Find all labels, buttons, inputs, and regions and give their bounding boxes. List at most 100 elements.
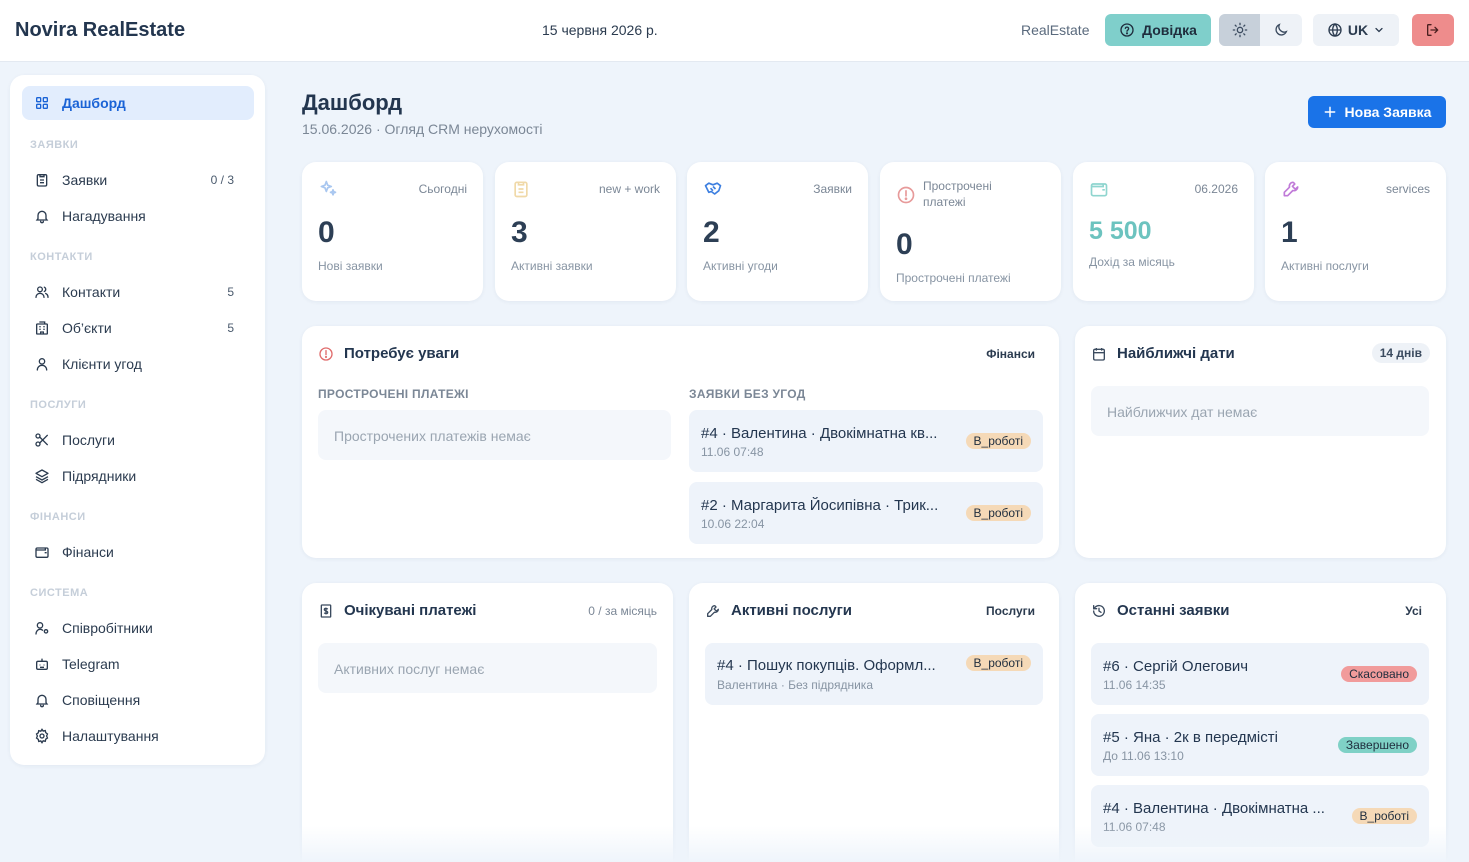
sidebar-item-contacts[interactable]: Контакти 5 bbox=[22, 275, 254, 309]
item-date: 11.06 14:35 bbox=[1103, 678, 1166, 692]
item-title: #6 · Сергій Олегович bbox=[1103, 658, 1249, 675]
no-deals-heading: ЗАЯВКИ БЕЗ УГОД bbox=[689, 387, 806, 401]
stat-caption: Активні послуги bbox=[1281, 259, 1369, 273]
bell-icon bbox=[34, 208, 50, 224]
logout-button[interactable] bbox=[1412, 14, 1454, 46]
item-date: 11.06 07:48 bbox=[701, 445, 764, 459]
sidebar-item-label: Нагадування bbox=[62, 208, 146, 224]
theme-toggle bbox=[1219, 14, 1302, 46]
item-title: #2 · Маргарита Йосипівна · Трик... bbox=[701, 497, 939, 514]
new-request-label: Нова Заявка bbox=[1344, 104, 1432, 120]
sun-icon bbox=[1232, 22, 1248, 38]
stat-card-active-services[interactable]: services 1 Активні послуги bbox=[1265, 162, 1446, 301]
sidebar-item-label: Об’єкти bbox=[62, 320, 112, 336]
handshake-icon bbox=[703, 179, 723, 199]
status-badge: В_роботі bbox=[1351, 808, 1417, 824]
stat-label: services bbox=[1385, 182, 1430, 196]
list-item[interactable]: #4 · Валентина · Двокімнатна кв... 11.06… bbox=[689, 410, 1043, 472]
sidebar-item-reminders[interactable]: Нагадування bbox=[22, 199, 254, 233]
item-title: #4 · Валентина · Двокімнатна ... bbox=[1103, 800, 1325, 817]
logout-icon bbox=[1425, 22, 1441, 38]
bot-icon bbox=[34, 656, 50, 672]
stat-card-active-deals[interactable]: Заявки 2 Активні угоди bbox=[687, 162, 868, 301]
section-requests: ЗАЯВКИ bbox=[30, 139, 79, 151]
users-icon bbox=[34, 284, 50, 300]
bell-icon bbox=[34, 692, 50, 708]
sidebar-item-notifications[interactable]: Сповіщення bbox=[22, 683, 254, 717]
sidebar-item-telegram[interactable]: Telegram bbox=[22, 647, 254, 681]
list-item[interactable]: #4 · Валентина · Двокімнатна ... 11.06 0… bbox=[1091, 785, 1429, 847]
section-services: ПОСЛУГИ bbox=[30, 399, 87, 411]
sidebar-item-label: Клієнти угод bbox=[62, 356, 142, 372]
help-circle-icon bbox=[1119, 22, 1135, 38]
globe-icon bbox=[1327, 22, 1343, 38]
list-item[interactable]: #6 · Сергій Олегович 11.06 14:35 Скасова… bbox=[1091, 643, 1429, 705]
clipboard-icon bbox=[511, 179, 531, 199]
stat-value: 5 500 bbox=[1089, 217, 1152, 245]
range-pill[interactable]: 14 днів bbox=[1371, 343, 1430, 363]
alert-circle-icon bbox=[318, 346, 334, 362]
stat-card-overdue-payments[interactable]: Прострочені платежі 0 Прострочені платеж… bbox=[880, 162, 1061, 301]
list-item[interactable]: #2 · Маргарита Йосипівна · Трик... 10.06… bbox=[689, 482, 1043, 544]
sidebar-item-label: Послуги bbox=[62, 432, 115, 448]
stat-caption: Дохід за місяць bbox=[1089, 255, 1175, 269]
services-link[interactable]: Послуги bbox=[986, 604, 1035, 618]
section-finance: ФІНАНСИ bbox=[30, 511, 86, 523]
user-cog-icon bbox=[34, 620, 50, 636]
stat-caption: Прострочені платежі bbox=[896, 271, 1011, 285]
requests-count: 0 / 3 bbox=[210, 173, 234, 187]
sparkles-icon bbox=[318, 179, 338, 199]
stat-caption: Активні заявки bbox=[511, 259, 593, 273]
sidebar-item-finance[interactable]: Фінанси bbox=[22, 535, 254, 569]
wrench-icon bbox=[1281, 179, 1301, 199]
header-date: 15 червня 2026 р. bbox=[542, 22, 658, 38]
help-label: Довідка bbox=[1142, 22, 1197, 38]
sidebar-item-label: Налаштування bbox=[62, 728, 159, 744]
item-date: 11.06 07:48 bbox=[1103, 820, 1166, 834]
sidebar-item-dashboard[interactable]: Дашборд bbox=[22, 86, 254, 120]
stat-caption: Нові заявки bbox=[318, 259, 383, 273]
sidebar-item-requests[interactable]: Заявки 0 / 3 bbox=[22, 163, 254, 197]
section-system: СИСТЕМА bbox=[30, 587, 89, 599]
stat-value: 2 bbox=[703, 216, 720, 249]
contacts-count: 5 bbox=[227, 285, 234, 299]
calendar-icon bbox=[1091, 346, 1107, 362]
page-title: Дашборд bbox=[302, 90, 403, 115]
new-request-button[interactable]: Нова Заявка bbox=[1308, 96, 1446, 128]
stat-card-new-requests[interactable]: Сьогодні 0 Нові заявки bbox=[302, 162, 483, 301]
dark-theme-button[interactable] bbox=[1260, 14, 1301, 46]
sidebar-item-label: Сповіщення bbox=[62, 692, 141, 708]
recent-requests-panel: Останні заявки Усі #6 · Сергій Олегович … bbox=[1075, 583, 1446, 862]
language-select[interactable]: UK bbox=[1313, 14, 1399, 46]
sidebar-item-services[interactable]: Послуги bbox=[22, 423, 254, 457]
help-button[interactable]: Довідка bbox=[1105, 14, 1211, 46]
sidebar-item-employees[interactable]: Співробітники bbox=[22, 611, 254, 645]
top-header: Novira RealEstate 15 червня 2026 р. Real… bbox=[0, 0, 1469, 62]
stat-card-monthly-income[interactable]: 06.2026 5 500 Дохід за місяць bbox=[1073, 162, 1254, 301]
history-icon bbox=[1091, 603, 1107, 619]
brand-logo[interactable]: Novira RealEstate bbox=[15, 19, 185, 42]
stat-card-active-requests[interactable]: new + work 3 Активні заявки bbox=[495, 162, 676, 301]
stat-label: Прострочені платежі bbox=[923, 179, 992, 209]
sidebar-item-settings[interactable]: Налаштування bbox=[22, 719, 254, 753]
list-item[interactable]: #5 · Яна · 2к в передмісті До 11.06 13:1… bbox=[1091, 714, 1429, 776]
layers-icon bbox=[34, 468, 50, 484]
expected-payments-panel: Очікувані платежі 0 / за місяць Активних… bbox=[302, 583, 673, 862]
panel-title: Активні послуги bbox=[705, 602, 852, 619]
sidebar-item-deal-clients[interactable]: Клієнти угод bbox=[22, 347, 254, 381]
list-item[interactable]: #4 · Пошук покупців. Оформл... Валентина… bbox=[705, 643, 1043, 705]
stat-value: 0 bbox=[318, 216, 335, 249]
sidebar-item-objects[interactable]: Об’єкти 5 bbox=[22, 311, 254, 345]
section-contacts: КОНТАКТИ bbox=[30, 251, 93, 263]
expected-empty: Активних послуг немає bbox=[318, 643, 657, 693]
sidebar-item-label: Telegram bbox=[62, 656, 120, 672]
stat-value: 1 bbox=[1281, 216, 1298, 249]
attention-panel: Потребує уваги Фінанси ПРОСТРОЧЕНІ ПЛАТЕ… bbox=[302, 326, 1059, 558]
finance-link[interactable]: Фінанси bbox=[986, 347, 1035, 361]
sidebar-item-contractors[interactable]: Підрядники bbox=[22, 459, 254, 493]
objects-count: 5 bbox=[227, 321, 234, 335]
language-label: UK bbox=[1347, 22, 1369, 38]
light-theme-button[interactable] bbox=[1219, 14, 1260, 46]
all-requests-link[interactable]: Усі bbox=[1405, 604, 1422, 618]
grid-icon bbox=[34, 95, 50, 111]
